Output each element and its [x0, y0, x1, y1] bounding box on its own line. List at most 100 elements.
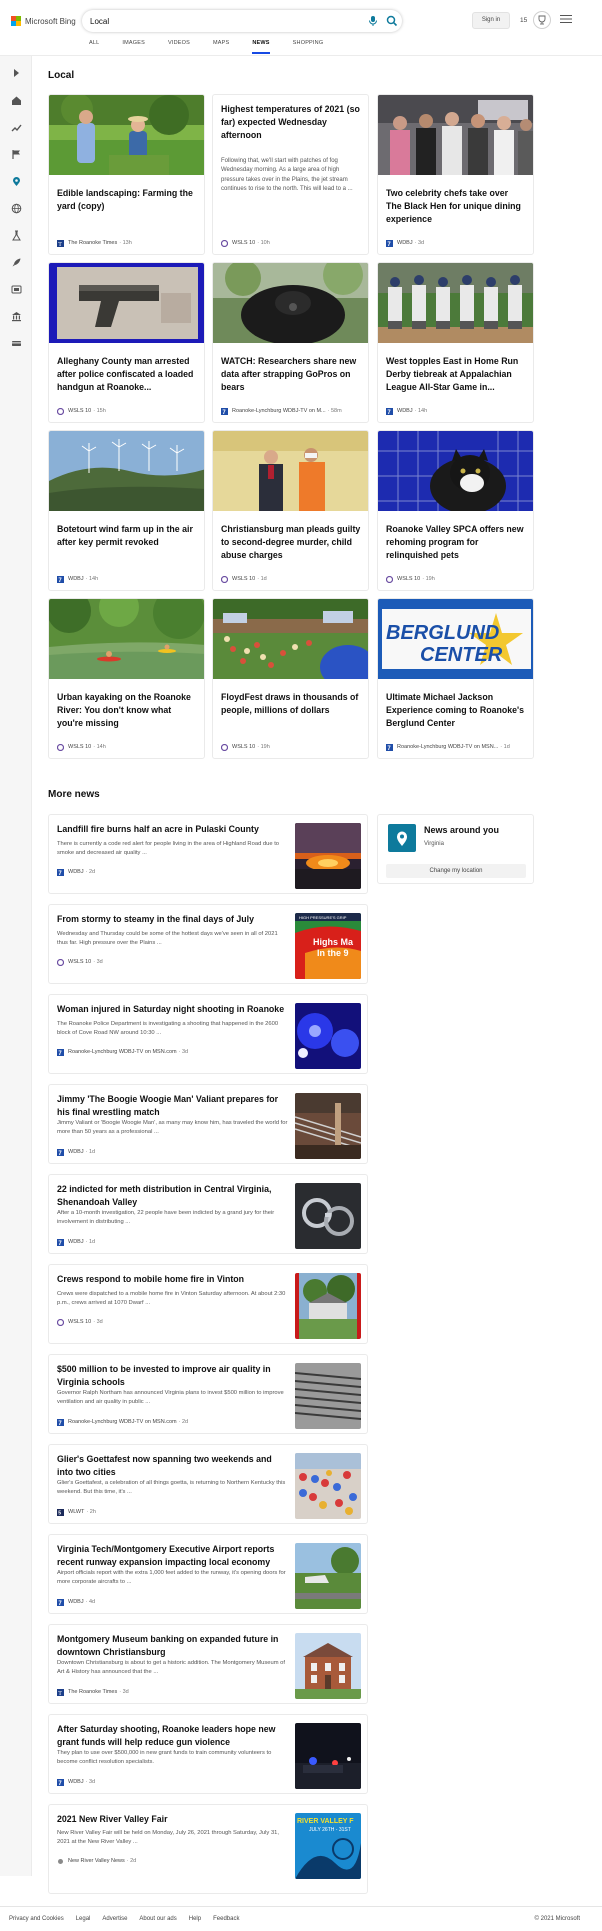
rewards-count[interactable]: 15	[520, 17, 527, 24]
list-item-title[interactable]: Landfill fire burns half an acre in Pula…	[57, 823, 289, 836]
location-icon[interactable]	[8, 173, 24, 189]
tab-maps[interactable]: MAPS	[213, 40, 229, 54]
footer-link-privacy[interactable]: Privacy and Cookies	[9, 1916, 64, 1922]
home-icon[interactable]	[8, 92, 24, 108]
list-item-source[interactable]: 7 WDBJ · 3d	[57, 1777, 202, 1787]
news-card[interactable]: Two celebrity chefs take over The Black …	[377, 94, 534, 255]
card-source[interactable]: WSLS 10 · 19h	[386, 574, 531, 584]
money-icon[interactable]	[8, 335, 24, 351]
list-item-source[interactable]: 7 WDBJ · 4d	[57, 1597, 202, 1607]
news-card[interactable]: Urban kayaking on the Roanoke River: You…	[48, 598, 205, 759]
news-card[interactable]: Christiansburg man pleads guilty to seco…	[212, 430, 369, 591]
news-card[interactable]: FloydFest draws in thousands of people, …	[212, 598, 369, 759]
flag-icon[interactable]	[8, 146, 24, 162]
list-item-title[interactable]: After Saturday shooting, Roanoke leaders…	[57, 1723, 289, 1749]
news-list-item[interactable]: Crews respond to mobile home fire in Vin…	[48, 1264, 368, 1344]
list-item-title[interactable]: $500 million to be invested to improve a…	[57, 1363, 289, 1389]
card-title[interactable]: Roanoke Valley SPCA offers new rehoming …	[386, 523, 526, 563]
search-input[interactable]	[90, 14, 330, 28]
news-list-item[interactable]: Glier's Goettafest now spanning two week…	[48, 1444, 368, 1524]
news-card[interactable]: Highest temperatures of 2021 (so far) ex…	[212, 94, 369, 255]
list-item-source[interactable]: 5 WLWT · 2h	[57, 1507, 202, 1517]
news-card[interactable]: WATCH: Researchers share new data after …	[212, 262, 369, 423]
list-item-title[interactable]: From stormy to steamy in the final days …	[57, 913, 289, 926]
tab-images[interactable]: IMAGES	[122, 40, 145, 54]
footer-link-about-ads[interactable]: About our ads	[139, 1916, 176, 1922]
card-title[interactable]: Botetourt wind farm up in the air after …	[57, 523, 197, 549]
news-list-item[interactable]: $500 million to be invested to improve a…	[48, 1354, 368, 1434]
bing-logo[interactable]: Microsoft Bing	[11, 15, 76, 27]
change-location-button[interactable]: Change my location	[386, 864, 526, 878]
card-title[interactable]: West topples East in Home Run Derby tieb…	[386, 355, 526, 395]
news-list-item[interactable]: 2021 New River Valley Fair New River Val…	[48, 1804, 368, 1894]
sign-in-button[interactable]: Sign in	[472, 12, 510, 29]
card-source[interactable]: 7 Roanoke-Lynchburg WDBJ-TV on MSN... · 1…	[386, 742, 531, 752]
list-item-title[interactable]: 22 indicted for meth distribution in Cen…	[57, 1183, 289, 1209]
card-title[interactable]: Christiansburg man pleads guilty to seco…	[221, 523, 361, 563]
card-source[interactable]: T The Roanoke Times · 13h	[57, 238, 202, 248]
microphone-icon[interactable]	[366, 14, 380, 28]
list-item-source[interactable]: 7 WDBJ · 2d	[57, 867, 202, 877]
news-card[interactable]: BERGLUND CENTER Ultimate Michael Jackson…	[377, 598, 534, 759]
news-list-item[interactable]: Virginia Tech/Montgomery Executive Airpo…	[48, 1534, 368, 1614]
card-title[interactable]: Two celebrity chefs take over The Black …	[386, 187, 526, 227]
news-card[interactable]: Botetourt wind farm up in the air after …	[48, 430, 205, 591]
list-item-source[interactable]: New River Valley News · 2d	[57, 1856, 202, 1866]
expand-icon[interactable]	[8, 65, 24, 81]
card-source[interactable]: WSLS 10 · 10h	[221, 238, 366, 248]
list-item-source[interactable]: 7 Roanoke-Lynchburg WDBJ-TV on MSN.com · …	[57, 1417, 202, 1427]
list-item-title[interactable]: Crews respond to mobile home fire in Vin…	[57, 1273, 289, 1286]
card-title[interactable]: Highest temperatures of 2021 (so far) ex…	[221, 103, 361, 143]
list-item-title[interactable]: Jimmy 'The Boogie Woogie Man' Valiant pr…	[57, 1093, 289, 1119]
footer-link-advertise[interactable]: Advertise	[102, 1916, 127, 1922]
card-source[interactable]: WSLS 10 · 19h	[221, 742, 366, 752]
list-item-title[interactable]: Woman injured in Saturday night shooting…	[57, 1003, 289, 1016]
list-item-source[interactable]: WSLS 10 · 3d	[57, 1317, 202, 1327]
news-card[interactable]: Alleghany County man arrested after poli…	[48, 262, 205, 423]
science-icon[interactable]	[8, 227, 24, 243]
card-source[interactable]: 7 WDBJ · 14h	[57, 574, 202, 584]
card-title[interactable]: FloydFest draws in thousands of people, …	[221, 691, 361, 717]
list-item-title[interactable]: Glier's Goettafest now spanning two week…	[57, 1453, 289, 1479]
list-item-source[interactable]: 7 WDBJ · 1d	[57, 1147, 202, 1157]
news-card[interactable]: Roanoke Valley SPCA offers new rehoming …	[377, 430, 534, 591]
card-title[interactable]: Alleghany County man arrested after poli…	[57, 355, 197, 395]
entertainment-icon[interactable]	[8, 281, 24, 297]
news-card[interactable]: West topples East in Home Run Derby tieb…	[377, 262, 534, 423]
list-item-source[interactable]: 7 WDBJ · 1d	[57, 1237, 202, 1247]
card-title[interactable]: Edible landscaping: Farming the yard (co…	[57, 187, 197, 213]
list-item-title[interactable]: 2021 New River Valley Fair	[57, 1813, 289, 1826]
footer-link-help[interactable]: Help	[189, 1916, 201, 1922]
news-list-item[interactable]: Landfill fire burns half an acre in Pula…	[48, 814, 368, 894]
footer-link-feedback[interactable]: Feedback	[213, 1916, 239, 1922]
news-list-item[interactable]: Montgomery Museum banking on expanded fu…	[48, 1624, 368, 1704]
hamburger-menu-icon[interactable]	[560, 14, 572, 24]
card-source[interactable]: 7 WDBJ · 14h	[386, 406, 531, 416]
list-item-source[interactable]: WSLS 10 · 3d	[57, 957, 202, 967]
tab-news[interactable]: NEWS	[252, 40, 270, 54]
card-source[interactable]: WSLS 10 · 14h	[57, 742, 202, 752]
list-item-source[interactable]: 7 Roanoke-Lynchburg WDBJ-TV on MSN.com · …	[57, 1047, 202, 1057]
card-title[interactable]: WATCH: Researchers share new data after …	[221, 355, 361, 395]
card-source[interactable]: 7 WDBJ · 3d	[386, 238, 531, 248]
news-card[interactable]: Edible landscaping: Farming the yard (co…	[48, 94, 205, 255]
news-list-item[interactable]: Woman injured in Saturday night shooting…	[48, 994, 368, 1074]
politics-icon[interactable]	[8, 308, 24, 324]
search-icon[interactable]	[385, 14, 399, 28]
card-source[interactable]: WSLS 10 · 15h	[57, 406, 202, 416]
news-list-item[interactable]: From stormy to steamy in the final days …	[48, 904, 368, 984]
globe-icon[interactable]	[8, 200, 24, 216]
card-source[interactable]: WSLS 10 · 1d	[221, 574, 366, 584]
list-item-source[interactable]: T The Roanoke Times · 3d	[57, 1687, 202, 1697]
news-list-item[interactable]: Jimmy 'The Boogie Woogie Man' Valiant pr…	[48, 1084, 368, 1164]
card-title[interactable]: Urban kayaking on the Roanoke River: You…	[57, 691, 197, 731]
rewards-trophy-icon[interactable]	[533, 11, 551, 29]
list-item-title[interactable]: Virginia Tech/Montgomery Executive Airpo…	[57, 1543, 289, 1569]
card-title[interactable]: Ultimate Michael Jackson Experience comi…	[386, 691, 526, 731]
news-list-item[interactable]: 22 indicted for meth distribution in Cen…	[48, 1174, 368, 1254]
card-source[interactable]: 7 Roanoke-Lynchburg WDBJ-TV on M... · 58m	[221, 406, 366, 416]
tab-all[interactable]: ALL	[89, 40, 99, 54]
trending-icon[interactable]	[8, 119, 24, 135]
rocket-icon[interactable]	[8, 254, 24, 270]
footer-link-legal[interactable]: Legal	[76, 1916, 91, 1922]
